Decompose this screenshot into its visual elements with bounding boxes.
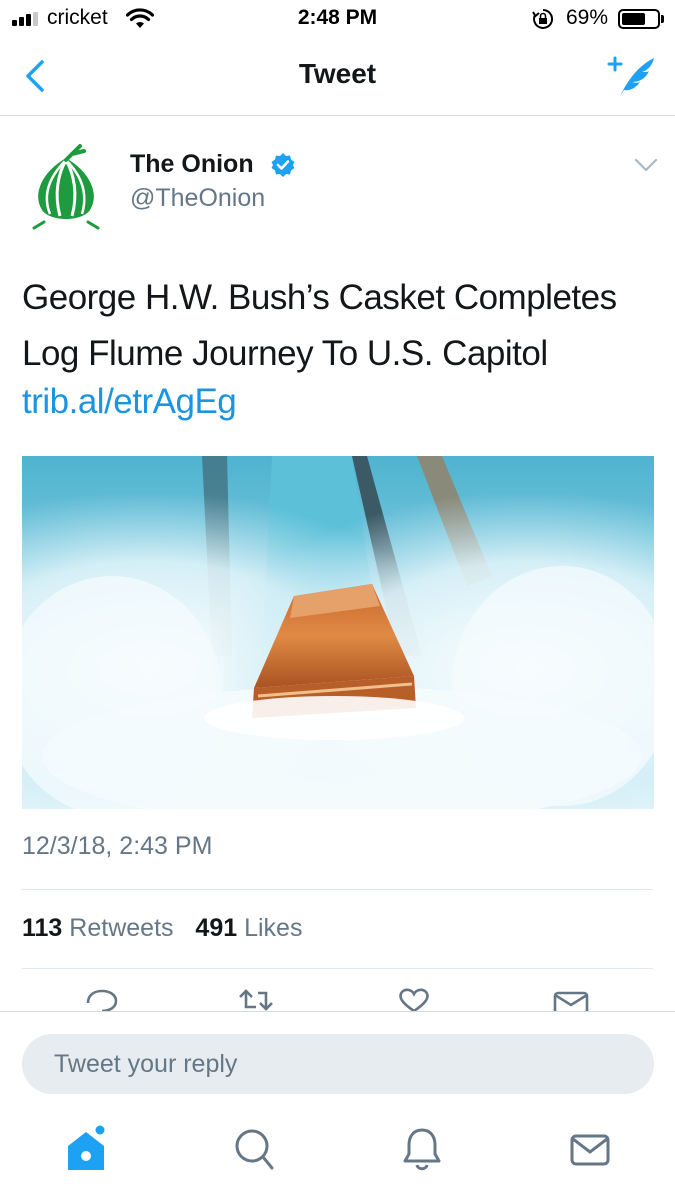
retweets-count[interactable]: 113 [22, 914, 62, 942]
tweet-text: George H.W. Bush’s Casket Completes Log … [22, 278, 617, 373]
author-name[interactable]: The Onion [130, 150, 254, 179]
retweets-label[interactable]: Retweets [69, 914, 173, 942]
status-bar: cricket 2:48 PM 69% [0, 0, 675, 38]
reply-input[interactable] [22, 1034, 654, 1094]
reply-icon[interactable] [82, 985, 122, 1011]
battery-percent: 69% [566, 6, 609, 29]
search-icon[interactable] [232, 1124, 276, 1174]
notifications-bell-icon[interactable] [400, 1124, 444, 1174]
likes-count[interactable]: 491 [195, 914, 237, 942]
tweet-link[interactable]: trib.al/etrAgEg [22, 382, 237, 422]
home-icon[interactable] [64, 1124, 108, 1174]
chevron-down-icon[interactable] [630, 154, 662, 178]
rotation-lock-icon [532, 8, 554, 29]
like-heart-icon[interactable] [394, 985, 434, 1011]
likes-label[interactable]: Likes [244, 914, 302, 942]
divider [22, 968, 653, 969]
author-handle[interactable]: @TheOnion [130, 184, 265, 213]
divider [22, 889, 653, 890]
tweet-media-image[interactable] [22, 456, 654, 809]
share-envelope-icon[interactable] [551, 985, 591, 1011]
compose-tweet-icon[interactable] [606, 54, 658, 100]
tweet-stats: 113 Retweets 491 Likes [22, 914, 302, 943]
battery-cap [661, 15, 664, 23]
tweet-timestamp: 12/3/18, 2:43 PM [22, 832, 213, 860]
battery-icon [618, 9, 660, 29]
page-title: Tweet [298, 58, 377, 89]
tweet-actions [0, 985, 675, 1011]
verified-badge-icon [271, 153, 295, 177]
messages-envelope-icon[interactable] [568, 1124, 612, 1174]
onion-logo-avatar[interactable] [22, 142, 110, 230]
retweet-icon[interactable] [236, 985, 276, 1011]
navigation-bar: Tweet [0, 38, 675, 116]
